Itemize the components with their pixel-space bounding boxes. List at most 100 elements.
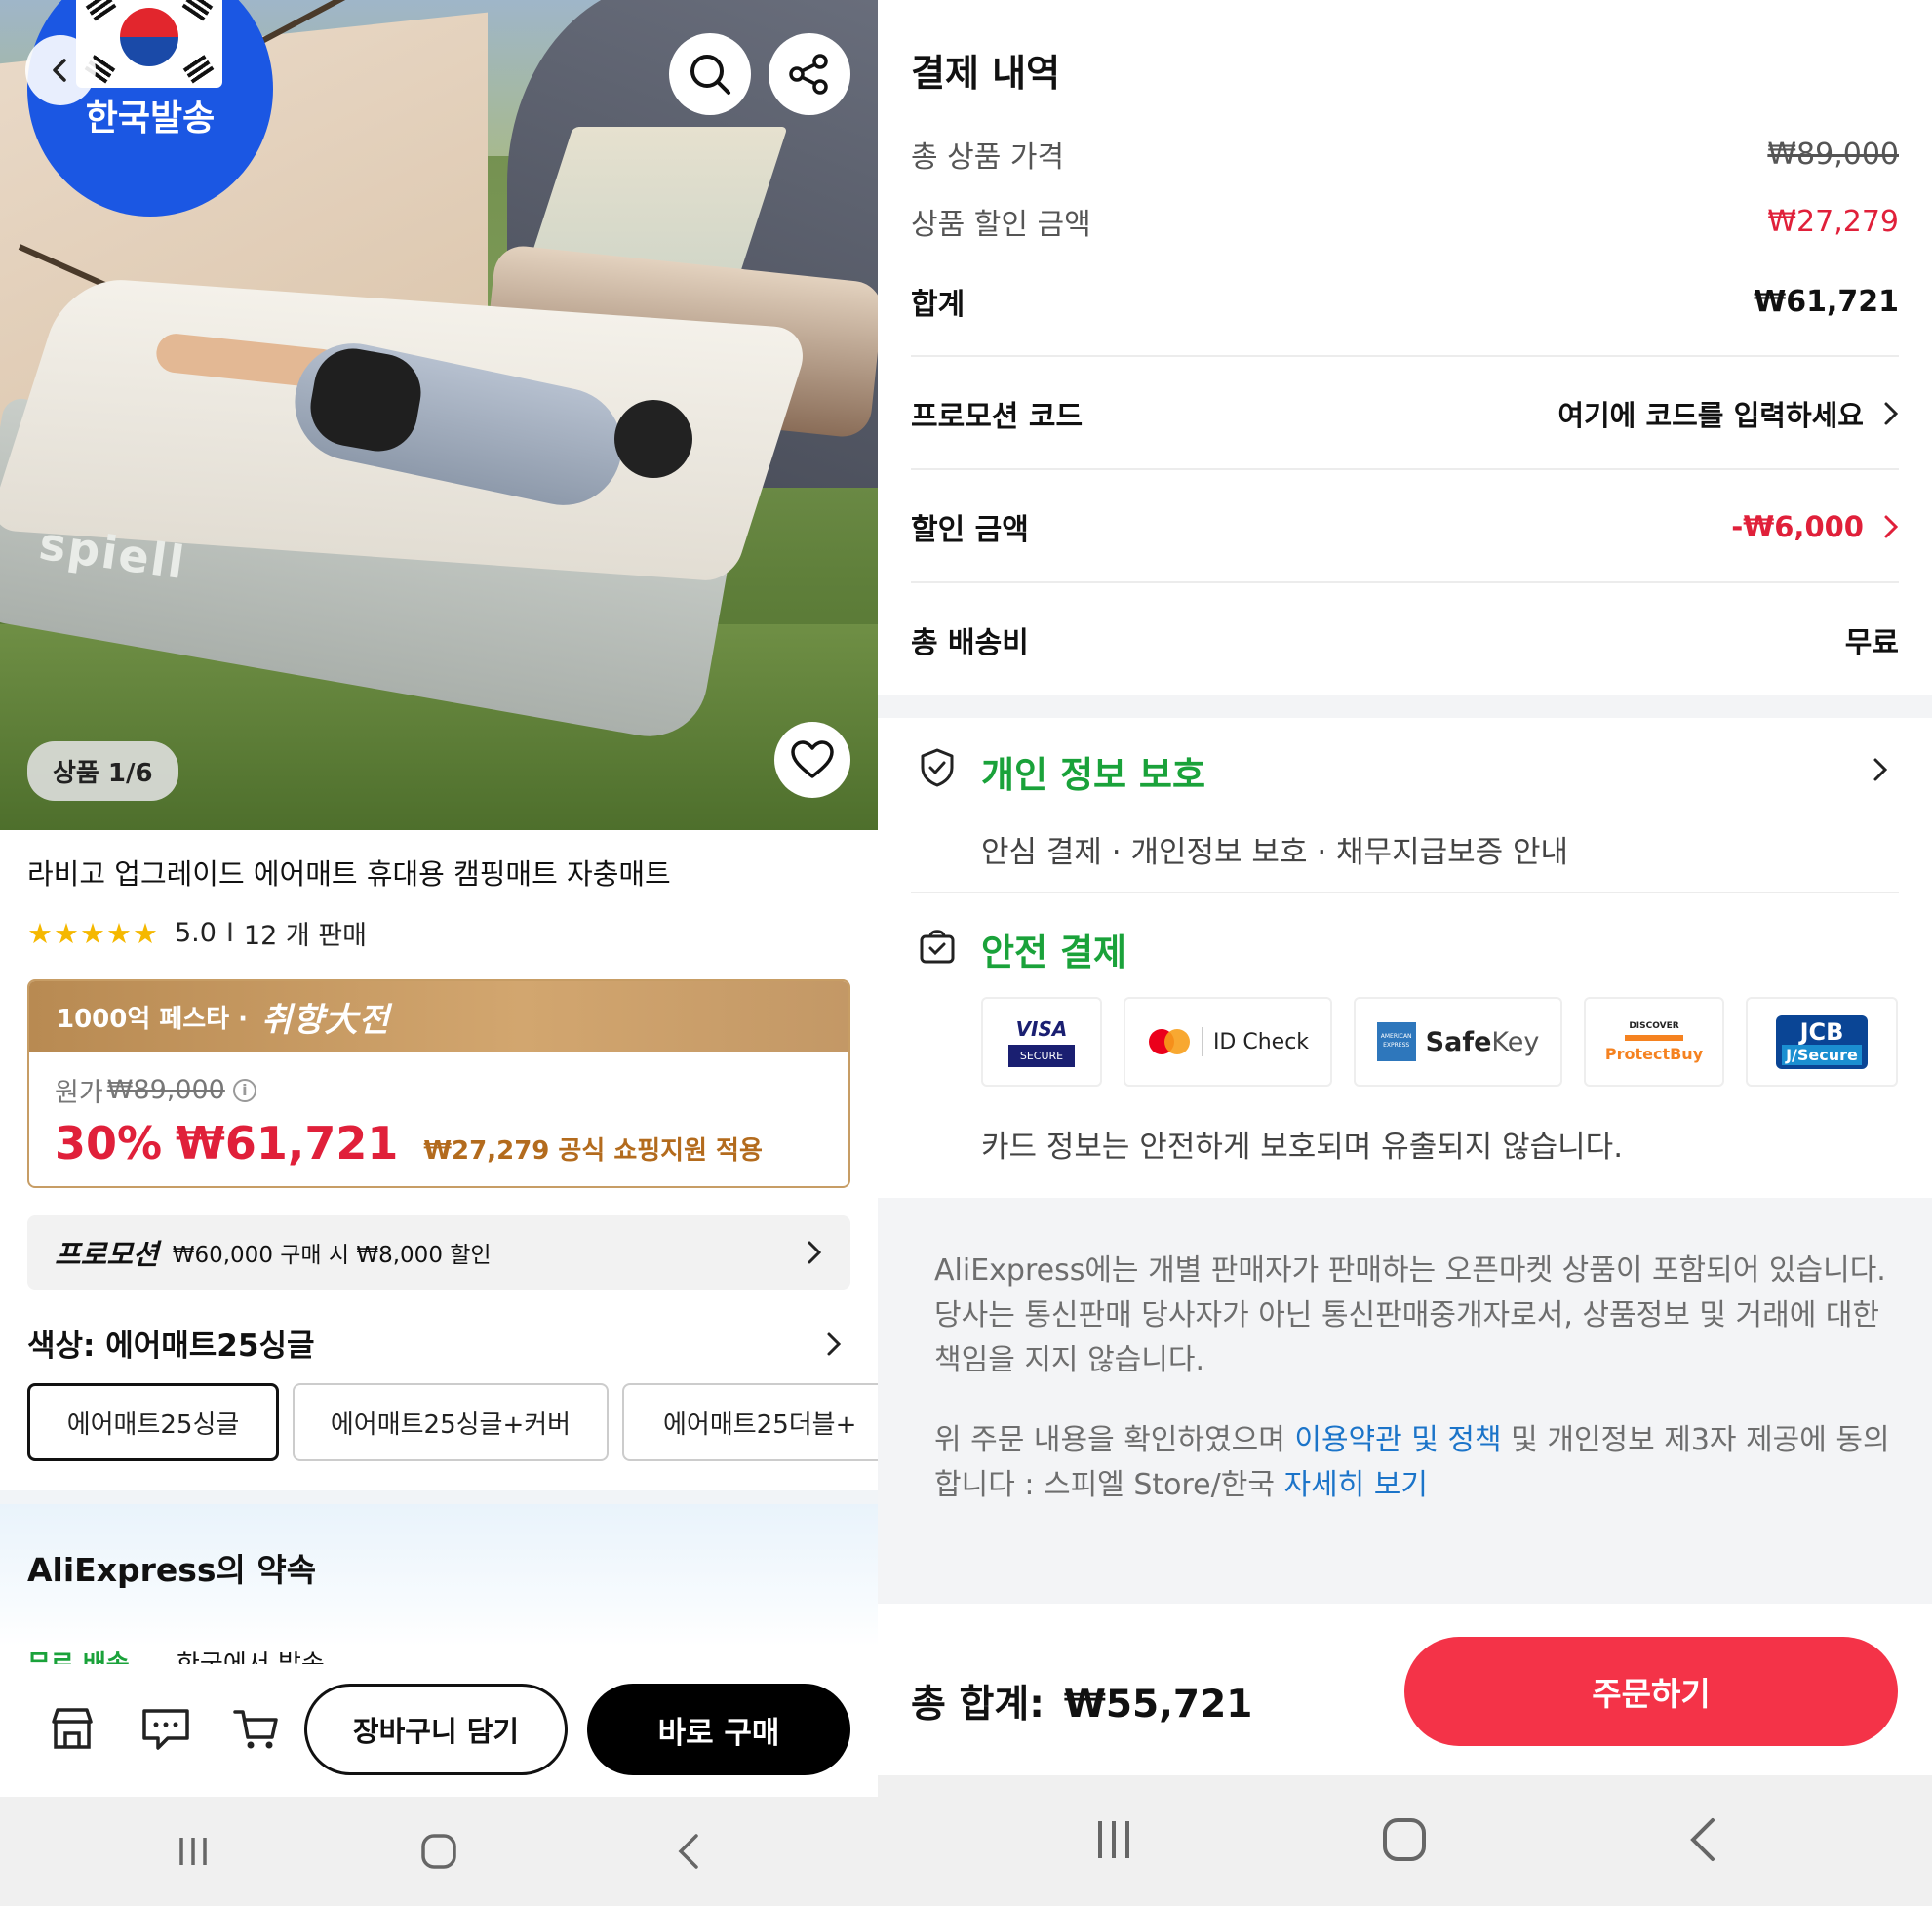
flag-trigram [181,53,215,84]
chevron-right-icon[interactable] [1873,757,1888,782]
original-price-row: 원가 ₩89,000 i [55,1071,823,1109]
protectbuy-label: ProtectBuy [1604,1044,1704,1063]
chat-button[interactable] [138,1701,193,1756]
marketplace-disclaimer: AliExpress에는 개별 판매자가 판매하는 오픈마켓 상품이 포함되어 … [934,1253,1886,1377]
logo-divider [1201,1027,1203,1056]
coupon-discount-entry[interactable]: -₩6,000 [1731,510,1899,543]
nav-back-button[interactable] [1679,1816,1726,1863]
nav-recents-button[interactable] [1090,1816,1137,1863]
amex-safekey-logo: AMERICAN EXPRESS Safe Key [1354,997,1562,1087]
flag-trigram [181,0,215,21]
system-nav-bar [878,1775,1932,1906]
divider [911,581,1899,583]
rating-separator: I [225,918,234,948]
store-button[interactable] [45,1701,99,1756]
color-option[interactable]: 에어매트25싱글+커버 [293,1383,609,1461]
flag-trigram [84,0,117,21]
subtotal-value: ₩89,000 [1767,137,1899,172]
promo-code-placeholder: 여기에 코드를 입력하세요 [1557,399,1864,432]
promotion-row[interactable]: 프로모션 ₩60,000 구매 시 ₩8,000 할인 [27,1215,850,1290]
details-link[interactable]: 자세히 보기 [1283,1468,1428,1502]
shipping-value: 무료 [1844,626,1899,660]
discover-protectbuy-logo: DISCOVER ProtectBuy [1584,997,1724,1087]
secure-bag-icon [920,930,955,964]
divider [911,892,1899,893]
product-image[interactable]: spiell 한국발송 상품 1/6 [0,0,878,830]
store-icon [52,1708,93,1749]
promo-code-label: 프로모션 코드 [911,400,1084,434]
nav-recents-icon [179,1838,207,1865]
product-discount-row: 상품 할인 금액 ₩27,279 [911,200,1899,243]
chevron-right-icon [1884,515,1899,538]
add-to-cart-button[interactable]: 장바구니 담기 [304,1684,568,1775]
festa-event-name: 취향大전 [261,1000,390,1040]
shipping-label: 총 배송비 [911,626,1029,660]
subtotal-label: 총 상품 가격 [911,140,1065,175]
checkout-bar: 총 합계: ₩55,721 주문하기 [878,1604,1932,1775]
coupon-discount-label: 할인 금액 [911,513,1029,547]
grand-total-label: 총 합계: [911,1683,1045,1727]
nav-back-button[interactable] [667,1830,710,1873]
color-option[interactable]: 에어매트25더블+ [622,1383,878,1461]
wishlist-button[interactable] [774,722,850,798]
color-option[interactable]: 에어매트25싱글 [27,1383,279,1461]
privacy-subtitle: 안심 결제 · 개인정보 보호 · 채무지급보증 안내 [981,835,1569,870]
nav-home-icon [1383,1818,1426,1861]
promotion-tag: 프로모션 [55,1238,159,1271]
mastercard-icon [1148,1029,1190,1054]
shopping-subsidy-note: ₩27,279 공식 쇼핑지원 적용 [423,1136,763,1166]
jcb-badge: JCB J/Secure [1776,1014,1868,1069]
bottom-action-bar: 장바구니 담기 바로 구매 [0,1664,878,1797]
terms-link[interactable]: 이용약관 및 정책 [1294,1423,1501,1457]
discover-label: DISCOVER [1629,1020,1679,1031]
sum-row: 합계 ₩61,721 [911,280,1899,323]
sum-label: 합계 [911,288,966,322]
jsecure-label: J/Secure [1782,1044,1862,1065]
product-discount-value: ₩27,279 [1767,204,1899,239]
nav-recents-icon [1098,1821,1129,1858]
system-nav-bar [0,1797,878,1906]
chevron-right-icon[interactable] [825,1330,843,1358]
sum-value: ₩61,721 [1754,284,1899,319]
heart-icon [791,740,834,778]
cart-button[interactable] [228,1701,283,1756]
grand-total-value: ₩55,721 [1063,1683,1253,1727]
hero-person-head [614,400,692,478]
rating-row: ★★★★★ 5.0 I 12 개 판매 [27,914,367,952]
promo-code-entry[interactable]: 여기에 코드를 입력하세요 [1557,393,1899,434]
place-order-button[interactable]: 주문하기 [1404,1637,1898,1746]
consent-text: 위 주문 내용을 확인하였으며 이용약관 및 정책 및 개인정보 제3자 제공에… [934,1418,1890,1508]
search-button[interactable] [669,33,751,115]
original-price-label: 원가 [55,1078,103,1108]
back-button[interactable] [25,35,96,105]
chevron-right-icon [1884,402,1899,425]
section-gap [878,695,1932,718]
grand-total: 총 합계: ₩55,721 [911,1674,1252,1728]
visa-wordmark: VISA [1015,1016,1068,1041]
promise-peek-row: 무료 배송 한국에서 발송 [27,1645,850,1666]
privacy-title[interactable]: 개인 정보 보호 [981,745,1205,798]
subtotal-row: 총 상품 가격 ₩89,000 [911,133,1899,176]
payment-title: 결제 내역 [911,52,1061,95]
info-icon[interactable]: i [232,1078,256,1102]
divider [911,468,1899,470]
rating-value: 5.0 [175,918,217,948]
promo-code-row[interactable]: 프로모션 코드 여기에 코드를 입력하세요 [911,392,1899,435]
nav-home-button[interactable] [1381,1816,1428,1863]
discover-stripe [1625,1034,1683,1041]
nav-recents-button[interactable] [172,1830,215,1873]
sold-count: 12 개 판매 [243,921,367,951]
share-icon [789,54,828,95]
jcb-jsecure-logo: JCB J/Secure [1746,997,1898,1087]
promise-title: AliExpress의 약속 [27,1551,317,1589]
id-check-label: ID Check [1212,1029,1310,1054]
coupon-discount-row[interactable]: 할인 금액 -₩6,000 [911,505,1899,548]
color-selector-title[interactable]: 색상: 에어매트25싱글 [27,1321,315,1365]
deal-body: 원가 ₩89,000 i 30% ₩61,721 ₩27,279 공식 쇼핑지원… [29,1052,848,1186]
korea-flag-icon [76,0,222,88]
buy-now-button[interactable]: 바로 구매 [587,1684,850,1775]
share-button[interactable] [769,33,850,115]
nav-home-button[interactable] [417,1830,460,1873]
visa-secure-label: SECURE [1007,1044,1076,1067]
original-price: ₩89,000 [106,1075,225,1105]
